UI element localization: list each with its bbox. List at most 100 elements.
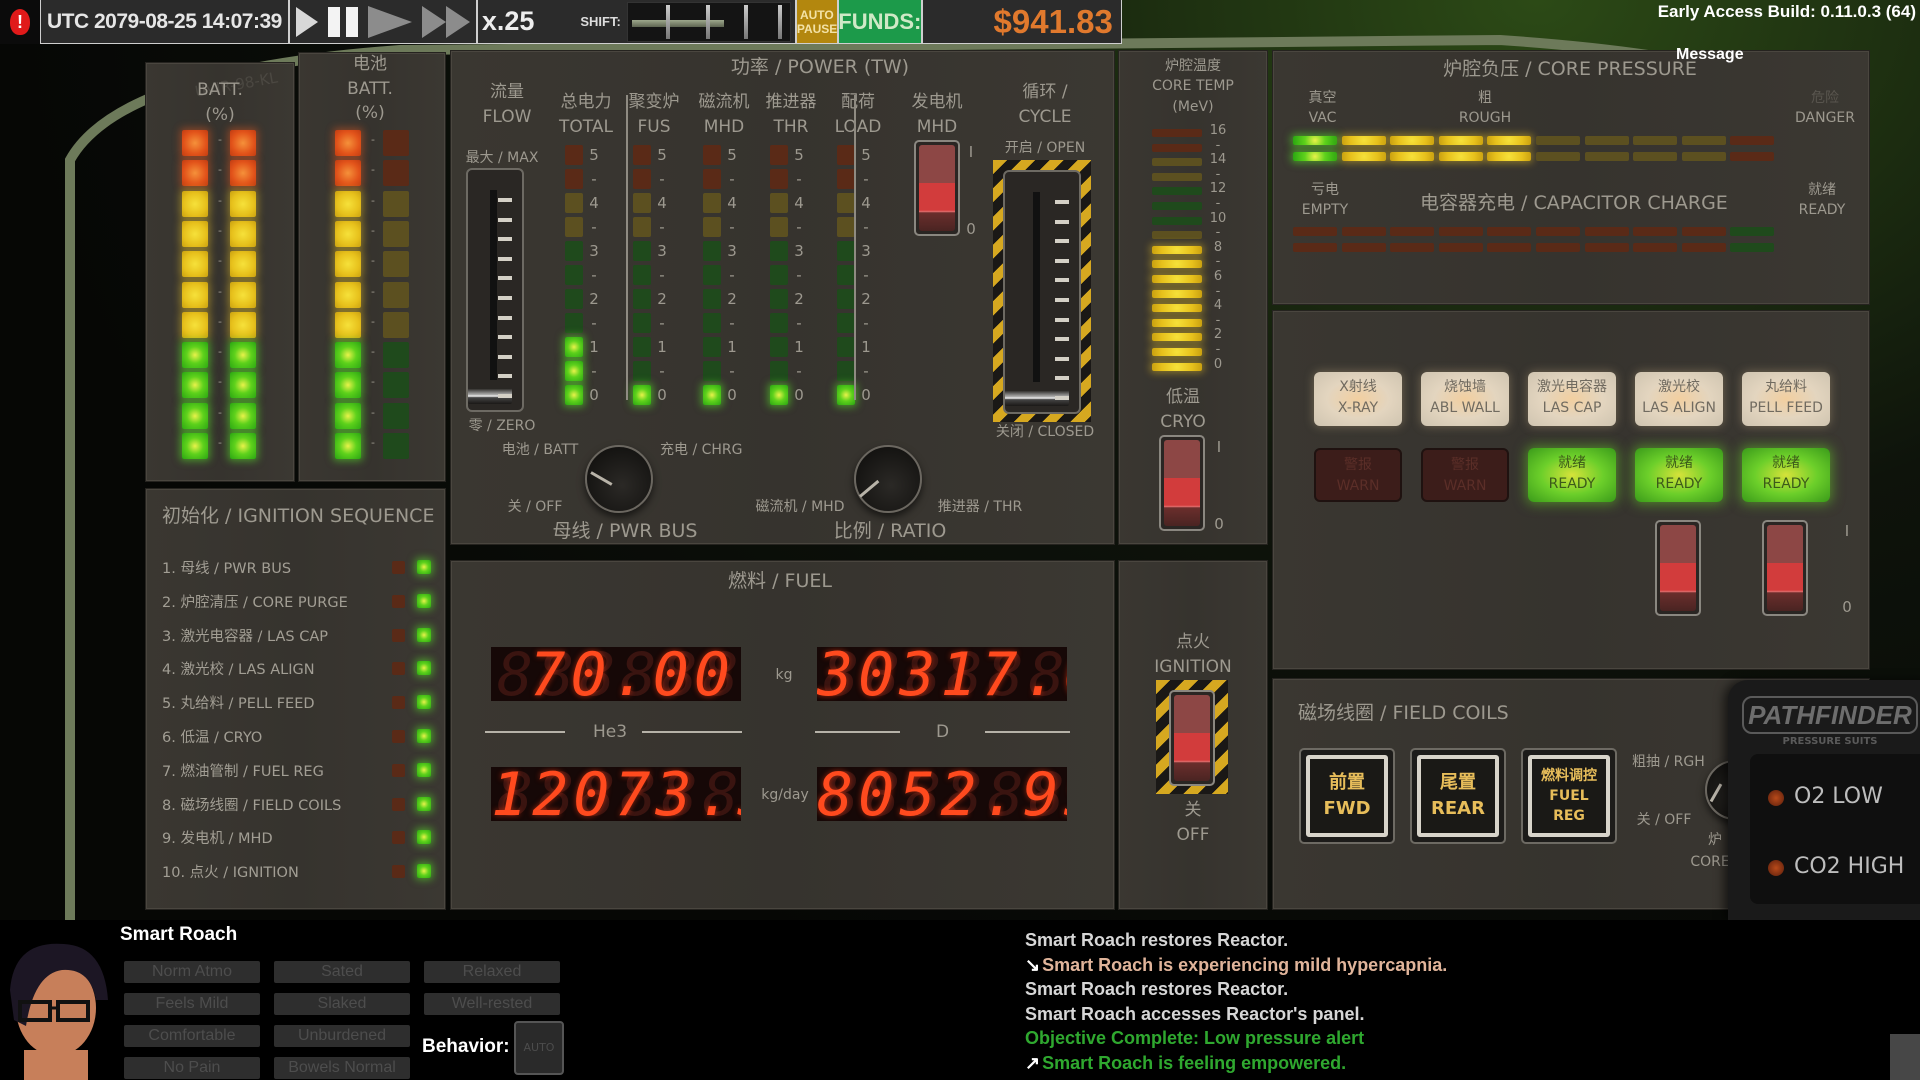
power-meter-segment	[633, 337, 651, 357]
message-label: Message	[1676, 46, 1744, 63]
battery-segment	[335, 190, 361, 217]
ratio-knob[interactable]	[854, 445, 922, 513]
funds-value: $941.83	[921, 0, 1122, 44]
power-meter-tick: -	[796, 362, 802, 380]
battery-segment	[335, 251, 361, 278]
crew-status-badge: Well-rested	[424, 993, 560, 1015]
pell-feed-switch[interactable]	[1762, 520, 1808, 616]
alert-icon[interactable]: !	[0, 0, 40, 44]
shift-slider[interactable]	[626, 1, 791, 42]
pwr-bus-off-label: 关 / OFF	[507, 499, 563, 515]
field-coil-fuel-reg-button[interactable]: 燃料调控 FUEL REG	[1521, 748, 1617, 844]
fast-forward-icon[interactable]	[421, 5, 470, 38]
status-label-cn: 就绪	[1665, 455, 1693, 471]
co2-high-label: CO2 HIGH	[1794, 854, 1905, 879]
indicator-x-ray[interactable]: X射线 X-RAY	[1314, 372, 1402, 426]
pressure-vac-en: VAC	[1308, 110, 1337, 127]
crew-status-badge: Comfortable	[124, 1025, 260, 1047]
pressure-rough-en: ROUGH	[1458, 110, 1512, 127]
core-pressure-segment	[1730, 136, 1775, 145]
shift-pin	[743, 4, 748, 39]
power-meter-tick: -	[863, 314, 869, 332]
indicator-label-cn: 烧蚀墙	[1444, 379, 1486, 395]
power-meter-tick: 4	[727, 194, 737, 212]
crew-status-badge: Slaked	[274, 993, 410, 1015]
power-meter-tick: -	[591, 266, 597, 284]
sequence-ok-led	[417, 796, 431, 811]
pwr-bus-knob[interactable]	[585, 445, 653, 513]
field-coil-fwd-button[interactable]: 前置 FWD	[1299, 748, 1395, 844]
power-meter-segment	[770, 361, 788, 381]
battery-tick: -	[371, 405, 375, 419]
log-entry: Smart Roach accesses Reactor's panel.	[1025, 1004, 1364, 1025]
power-meter-tick: -	[591, 218, 597, 236]
crew-portrait[interactable]	[4, 930, 114, 1080]
indicator-pell-feed[interactable]: 丸给料 PELL FEED	[1742, 372, 1830, 426]
power-meter-tick: 2	[794, 290, 804, 308]
power-meter-segment	[770, 337, 788, 357]
fast-icon[interactable]	[367, 5, 412, 38]
capacitor-ready-en: READY	[1798, 202, 1846, 219]
field-coil-face: 前置 FWD	[1306, 755, 1388, 837]
capacitor-segment	[1341, 227, 1386, 236]
ignition-switch[interactable]	[1169, 690, 1215, 786]
indicator-las-align[interactable]: 激光校 LAS ALIGN	[1635, 372, 1723, 426]
cryo-switch[interactable]	[1159, 435, 1205, 531]
capacitor-ready-label: 就绪 READY	[1792, 180, 1852, 221]
pathfinder-logo: PATHFINDER	[1742, 696, 1918, 734]
sequence-ok-led	[417, 830, 431, 845]
sequence-step: 10. 点火 / IGNITION	[162, 861, 432, 883]
slider-notch	[1055, 278, 1069, 283]
core-pressure-segment	[1341, 136, 1386, 145]
meter-label-cn: 推进器	[765, 92, 817, 112]
power-meter-segment	[703, 217, 721, 237]
play-icon[interactable]	[295, 6, 318, 37]
flow-slider[interactable]	[466, 168, 524, 412]
slider-notch	[498, 394, 512, 398]
sequence-step-label: 9. 发电机 / MHD	[162, 831, 273, 848]
indicator-status-ready: 就绪 READY	[1635, 448, 1723, 502]
ratio-mhd-label: 磁流机 / MHD	[755, 499, 845, 515]
field-coil-rear-button[interactable]: 尾置 REAR	[1410, 748, 1506, 844]
battery-segment	[383, 190, 409, 217]
core-pressure-segment	[1487, 136, 1532, 145]
core-temp-tick: -	[1215, 137, 1221, 153]
battery-segment	[230, 190, 256, 217]
sequence-step-label: 4. 激光校 / LAS ALIGN	[162, 662, 315, 679]
power-meter-tick: -	[796, 218, 802, 236]
sequence-step-label: 10. 点火 / IGNITION	[162, 865, 299, 882]
indicator-las-cap[interactable]: 激光电容器 LAS CAP	[1528, 372, 1616, 426]
slider-notch	[498, 374, 512, 379]
capacitor-segment	[1487, 243, 1532, 252]
log-scrollbar[interactable]	[1890, 1034, 1920, 1080]
generator-switch[interactable]	[914, 140, 960, 236]
cycle-slider[interactable]	[1003, 170, 1081, 414]
generator-label-en: MHD	[916, 116, 958, 137]
battery-segment	[230, 130, 256, 156]
capacitor-title: 电容器充电 / CAPACITOR CHARGE	[1420, 192, 1728, 214]
battery-segment	[230, 372, 256, 399]
shift-fill	[631, 19, 724, 27]
sequence-fault-led	[392, 696, 405, 710]
power-meter-segment	[837, 313, 855, 333]
sequence-step: 4. 激光校 / LAS ALIGN	[162, 658, 432, 680]
power-meter-segment	[565, 385, 583, 405]
funds-label[interactable]: FUNDS:	[837, 0, 922, 44]
crew-status-badge: Norm Atmo	[124, 961, 260, 983]
sequence-step-label: 7. 燃油管制 / FUEL REG	[162, 763, 324, 780]
pause-icon[interactable]	[327, 6, 358, 37]
behavior-auto-button[interactable]: AUTO	[514, 1021, 564, 1075]
indicator-abl-wall[interactable]: 烧蚀墙 ABL WALL	[1421, 372, 1509, 426]
meter-label-en: FUS	[637, 116, 671, 137]
las-align-switch[interactable]	[1655, 520, 1701, 616]
meter-label-en: TOTAL	[559, 116, 613, 137]
log-entry: Objective Complete: Low pressure alert	[1025, 1028, 1364, 1049]
power-meter-segment	[565, 241, 583, 261]
trend-up-icon: ↗	[1025, 1053, 1041, 1073]
he3-rate-value: 12073.38	[491, 767, 741, 821]
capacitor-segment	[1730, 243, 1775, 252]
meter-label-en: LOAD	[834, 116, 882, 137]
auto-pause-button[interactable]: AUTO PAUSE	[795, 0, 838, 44]
power-meter-tick: -	[659, 266, 665, 284]
power-meter-tick: -	[659, 218, 665, 236]
